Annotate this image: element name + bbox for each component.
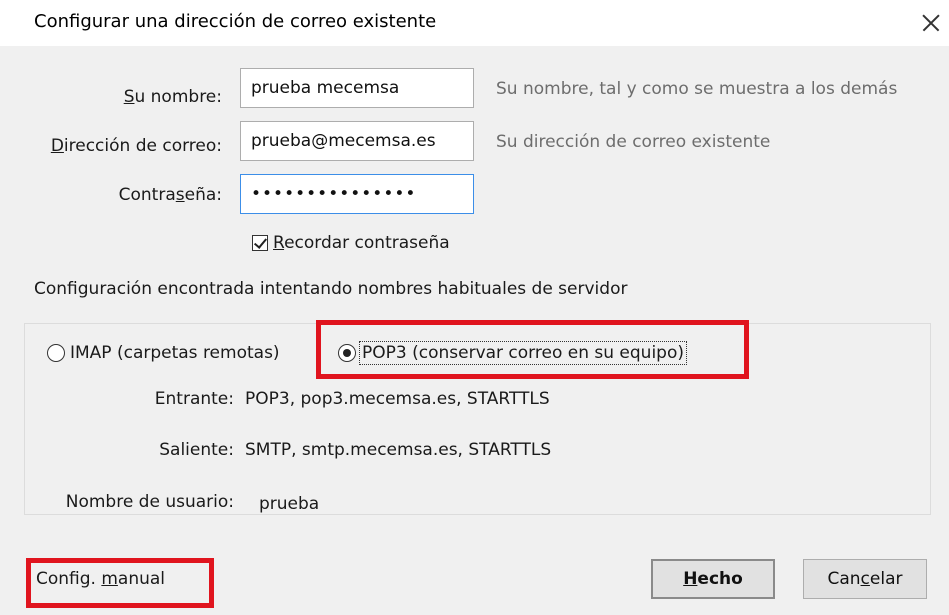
outgoing-label: Saliente: (159, 440, 234, 460)
status-text: Configuración encontrada intentando nomb… (34, 279, 628, 299)
password-label: Contraseña: (60, 185, 222, 205)
name-input[interactable]: prueba mecemsa (240, 68, 474, 108)
pop3-radio[interactable]: POP3 (conservar correo en su equipo) (338, 341, 687, 365)
name-label: Su nombre: (60, 87, 222, 107)
email-label-accesskey: D (50, 136, 64, 156)
dialog-title: Configurar una dirección de correo exist… (34, 11, 437, 32)
pop3-radio-label: POP3 (conservar correo en su equipo) (359, 341, 687, 365)
name-hint: Su nombre, tal y como se muestra a los d… (496, 79, 898, 99)
email-label-text: irección de correo: (63, 136, 222, 156)
username-value: prueba (259, 494, 320, 514)
radio-selected-icon[interactable] (338, 344, 356, 362)
incoming-value: POP3, pop3.mecemsa.es, STARTTLS (245, 389, 550, 409)
imap-radio-label: IMAP (carpetas remotas) (70, 343, 280, 363)
radio-unselected-icon[interactable] (47, 344, 65, 362)
close-icon[interactable] (914, 6, 948, 40)
password-label-accesskey: s (175, 185, 185, 205)
email-input[interactable]: prueba@mecemsa.es (240, 121, 474, 161)
outgoing-value: SMTP, smtp.mecemsa.es, STARTTLS (245, 440, 552, 460)
imap-radio[interactable]: IMAP (carpetas remotas) (47, 343, 280, 363)
remember-password-checkbox[interactable]: Recordar contraseña (252, 233, 450, 253)
manual-config-button[interactable]: Config. manual (36, 569, 165, 589)
password-label-pre: Contra (118, 185, 176, 205)
cancel-button[interactable]: Cancelar (803, 559, 927, 599)
email-label: Dirección de correo: (20, 136, 222, 156)
email-hint: Su dirección de correo existente (496, 132, 771, 152)
done-button[interactable]: Hecho (651, 559, 775, 599)
name-label-text: u nombre: (134, 87, 222, 107)
title-bar: Configurar una dirección de correo exist… (0, 0, 949, 46)
username-label: Nombre de usuario: (65, 492, 234, 512)
password-input[interactable]: ••••••••••••••• (240, 174, 474, 214)
name-label-accesskey: S (123, 87, 135, 107)
password-label-post: eña: (184, 185, 222, 205)
incoming-label: Entrante: (154, 389, 234, 409)
remember-password-label: Recordar contraseña (273, 233, 450, 253)
checkbox-checked-icon[interactable] (252, 235, 268, 251)
